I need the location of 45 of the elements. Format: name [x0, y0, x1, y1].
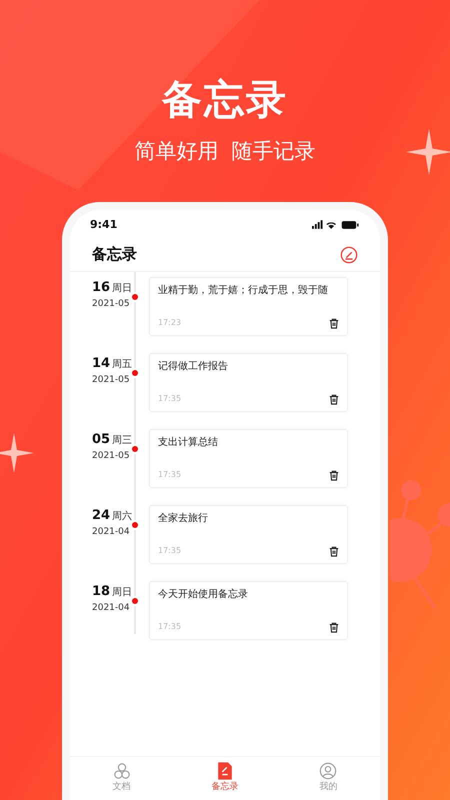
memo-time: 17:35: [158, 469, 182, 481]
weekday: 周日: [112, 587, 132, 599]
page-title: 备忘录: [92, 244, 137, 266]
trash-icon[interactable]: [329, 394, 339, 404]
date-day: 14: [92, 356, 110, 371]
memo-time: 17:23: [158, 317, 182, 329]
memo-time: 17:35: [158, 621, 182, 633]
date-month: 2021-05: [92, 298, 131, 311]
tab-item[interactable]: 备忘录: [173, 762, 277, 800]
memo-card[interactable]: 业精于勤，荒于嬉；行成于思，毁于随 17:23: [149, 277, 348, 336]
memo-card[interactable]: 全家去旅行 17:35: [149, 505, 348, 564]
subtitle: 简单好用 随手记录: [134, 138, 316, 165]
headline: 备忘录: [162, 76, 288, 124]
memo-card[interactable]: 支出计算总结 17:35: [149, 429, 348, 488]
date-month: 2021-04: [92, 526, 131, 539]
status-icons: [312, 220, 360, 230]
memo-text: 支出计算总结: [158, 437, 219, 449]
date-month: 2021-05: [92, 374, 131, 387]
memo-text: 业精于勤，荒于嬉；行成于思，毁于随: [158, 285, 329, 297]
memo-text: 记得做工作报告: [158, 361, 229, 373]
trash-icon[interactable]: [329, 470, 339, 480]
memo-time: 17:35: [158, 545, 182, 557]
user-icon: [319, 762, 338, 780]
weekday: 周日: [112, 283, 132, 295]
trash-icon[interactable]: [329, 546, 339, 556]
date-day: 24: [92, 508, 110, 523]
weekday: 周六: [112, 511, 132, 523]
weekday: 周三: [112, 435, 132, 447]
trash-icon[interactable]: [329, 622, 339, 632]
date-day: 18: [92, 584, 110, 599]
note-icon: [216, 762, 234, 780]
memo-text: 全家去旅行: [158, 513, 209, 525]
memo-text: 今天开始使用备忘录: [158, 589, 249, 601]
memo-card[interactable]: 记得做工作报告 17:35: [149, 353, 348, 412]
memo-time: 17:35: [158, 393, 182, 405]
edit-icon[interactable]: [340, 246, 358, 264]
status-time: 9:41: [90, 216, 118, 233]
date-day: 16: [92, 280, 110, 295]
circles-icon: [112, 762, 131, 780]
weekday: 周五: [112, 359, 132, 371]
trash-icon[interactable]: [329, 318, 339, 328]
date-month: 2021-04: [92, 602, 131, 615]
date-day: 05: [92, 432, 110, 447]
date-month: 2021-05: [92, 450, 131, 463]
memo-card[interactable]: 今天开始使用备忘录 17:35: [149, 581, 348, 640]
